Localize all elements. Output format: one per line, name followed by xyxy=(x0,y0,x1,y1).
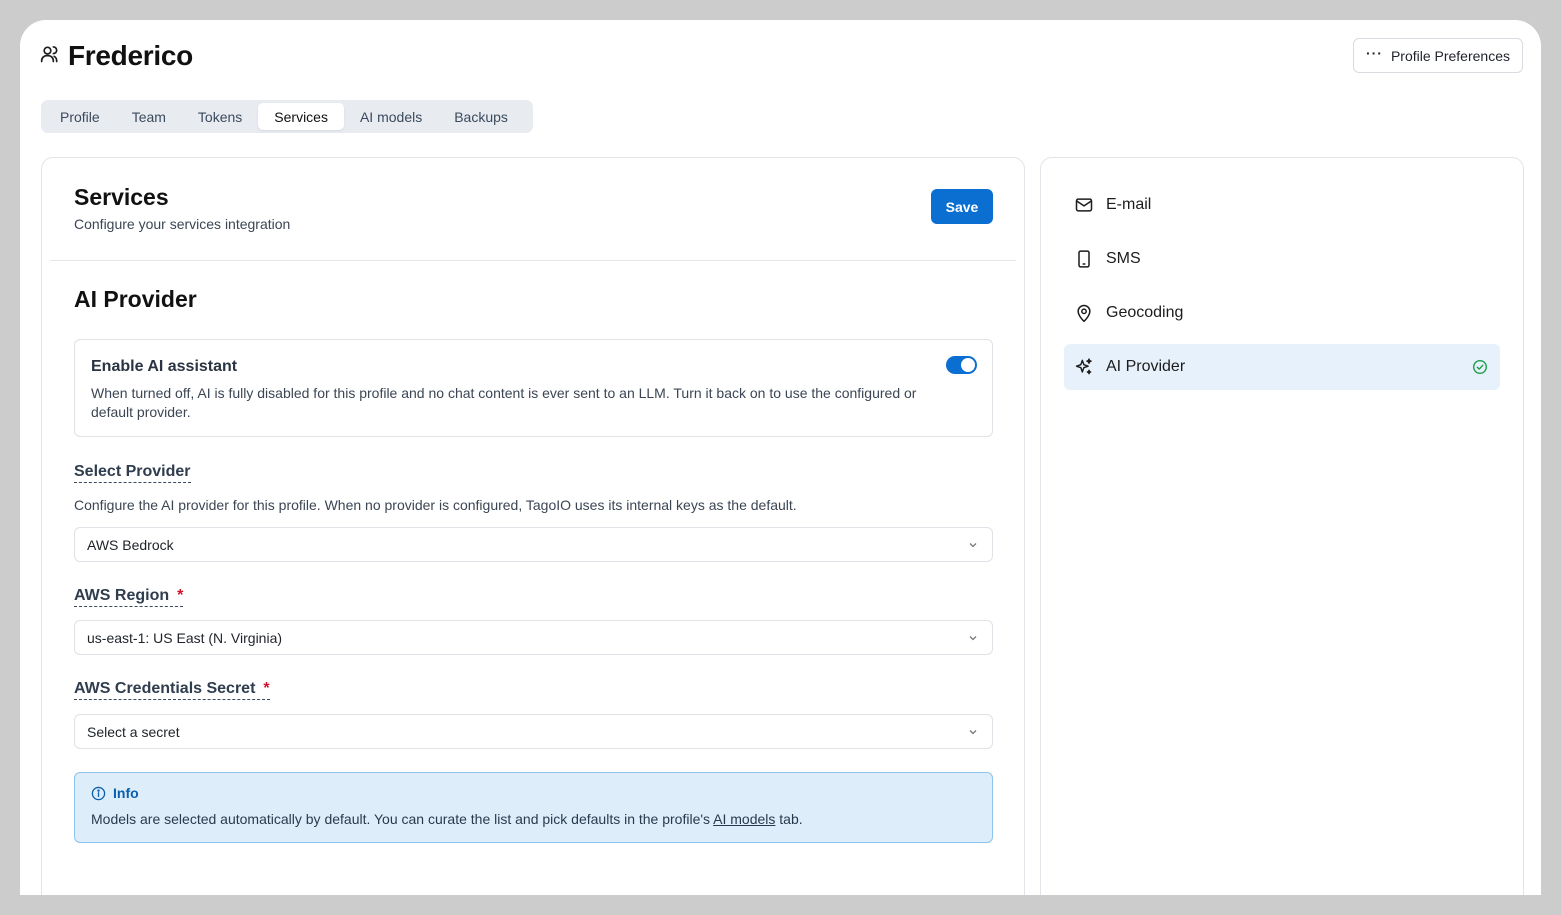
select-provider-label: Select Provider xyxy=(74,463,191,483)
aws-region-select[interactable]: us-east-1: US East (N. Virginia) xyxy=(74,620,993,655)
aws-region-label: AWS Region * xyxy=(74,587,184,607)
sparkles-icon xyxy=(1075,358,1092,375)
toggle-description: When turned off, AI is fully disabled fo… xyxy=(91,385,917,420)
users-icon xyxy=(40,44,60,69)
page-header: Frederico xyxy=(40,40,193,72)
page-title: Frederico xyxy=(68,40,193,71)
sidebar-item-sms[interactable]: SMS xyxy=(1064,236,1500,282)
aws-credentials-label: AWS Credentials Secret * xyxy=(74,680,270,700)
card-subtitle: Configure your services integration xyxy=(74,216,291,232)
ai-assistant-switch[interactable] xyxy=(946,356,977,374)
tab-ai-models[interactable]: AI models xyxy=(344,103,438,130)
card-header: Services Configure your services integra… xyxy=(74,184,290,232)
toggle-label: Enable AI assistant xyxy=(91,358,238,375)
tab-services[interactable]: Services xyxy=(258,103,344,130)
aws-credentials-select[interactable]: Select a secret xyxy=(74,714,993,749)
tab-profile[interactable]: Profile xyxy=(44,103,116,130)
aws-credentials-placeholder: Select a secret xyxy=(87,723,180,740)
app-window: Frederico ··· Profile Preferences Profil… xyxy=(20,20,1541,895)
sidebar-item-label: E-mail xyxy=(1106,196,1152,213)
aws-region-label-text: AWS Region xyxy=(74,587,170,604)
tab-backups[interactable]: Backups xyxy=(438,103,524,130)
services-card: Services Configure your services integra… xyxy=(41,157,1025,895)
select-provider-label-text: Select Provider xyxy=(74,463,191,480)
tab-tokens[interactable]: Tokens xyxy=(182,103,258,130)
sidebar-item-email[interactable]: E-mail xyxy=(1064,182,1500,228)
card-title: Services xyxy=(74,184,169,210)
services-sidebar: E-mail SMS Geocoding AI Provider xyxy=(1040,157,1524,895)
sidebar-item-label: SMS xyxy=(1106,250,1141,267)
info-text: Models are selected automatically by def… xyxy=(91,811,976,827)
info-icon xyxy=(91,786,106,800)
profile-preferences-label: Profile Preferences xyxy=(1390,47,1510,64)
info-header: Info xyxy=(91,785,976,801)
profile-preferences-button[interactable]: ··· Profile Preferences xyxy=(1352,38,1523,73)
mail-icon xyxy=(1075,198,1093,212)
info-text-after: tab. xyxy=(775,811,803,827)
tab-team[interactable]: Team xyxy=(116,103,182,130)
info-alert: Info Models are selected automatically b… xyxy=(74,772,993,843)
aws-credentials-label-text: AWS Credentials Secret xyxy=(74,680,256,697)
check-circle-icon xyxy=(1472,359,1488,375)
section-title: AI Provider xyxy=(74,286,197,312)
sidebar-item-label: AI Provider xyxy=(1106,358,1186,375)
provider-select-value: AWS Bedrock xyxy=(87,536,174,553)
info-text-before: Models are selected automatically by def… xyxy=(91,811,714,827)
switch-knob xyxy=(961,358,975,372)
sidebar-item-label: Geocoding xyxy=(1106,304,1184,321)
sidebar-item-geocoding[interactable]: Geocoding xyxy=(1064,290,1500,336)
phone-icon xyxy=(1078,250,1090,268)
ai-assistant-toggle-box: Enable AI assistant When turned off, AI … xyxy=(74,339,993,437)
save-button[interactable]: Save xyxy=(931,189,993,224)
chevron-down-icon xyxy=(969,636,977,641)
sidebar-item-ai-provider[interactable]: AI Provider xyxy=(1064,344,1500,390)
info-title: Info xyxy=(113,785,139,801)
map-pin-icon xyxy=(1077,304,1091,323)
provider-select[interactable]: AWS Bedrock xyxy=(74,527,993,562)
dots-icon: ··· xyxy=(1365,45,1383,61)
chevron-down-icon xyxy=(969,543,977,548)
select-provider-help: Configure the AI provider for this profi… xyxy=(74,497,797,513)
chevron-down-icon xyxy=(969,730,977,735)
ai-models-link[interactable]: AI models xyxy=(713,811,775,827)
required-mark: * xyxy=(263,680,270,697)
aws-region-select-value: us-east-1: US East (N. Virginia) xyxy=(87,629,283,646)
required-mark: * xyxy=(177,587,184,604)
divider xyxy=(50,260,1016,261)
tab-bar: Profile Team Tokens Services AI models B… xyxy=(41,100,533,133)
